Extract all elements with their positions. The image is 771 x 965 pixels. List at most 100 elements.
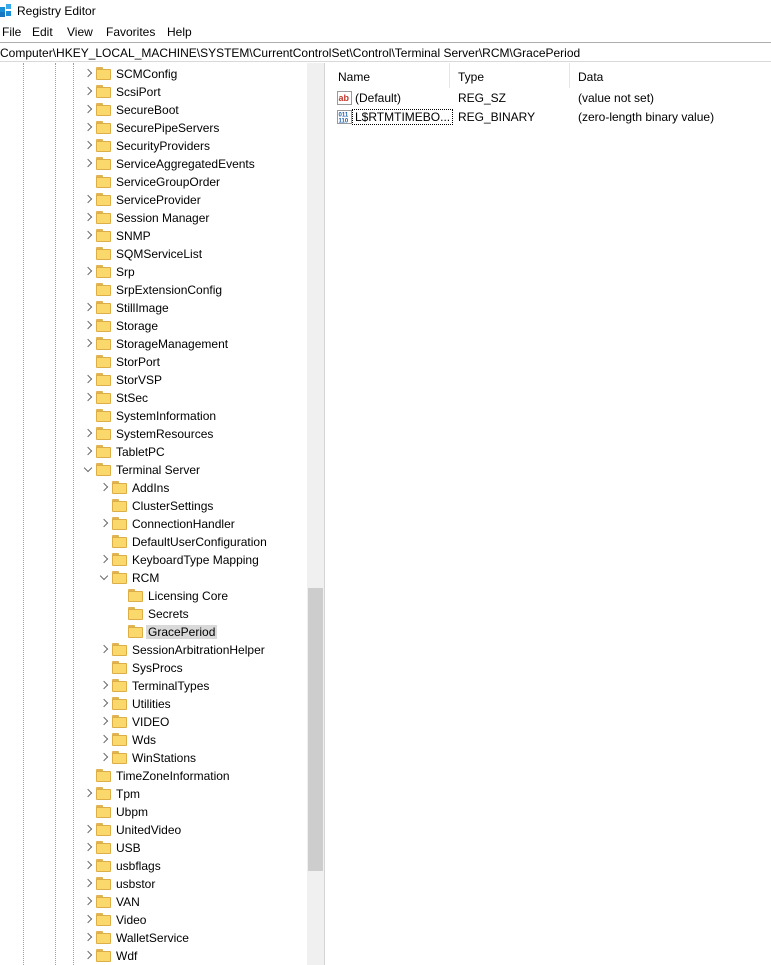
chevron-right-icon[interactable] — [83, 861, 93, 871]
chevron-right-icon[interactable] — [83, 429, 93, 439]
tree-item[interactable]: ServiceAggregatedEvents — [0, 155, 306, 173]
chevron-right-icon[interactable] — [83, 897, 93, 907]
tree-item-label[interactable]: SystemResources — [114, 427, 215, 441]
tree-item-label[interactable]: Wds — [130, 733, 158, 747]
tree-item[interactable]: UnitedVideo — [0, 821, 306, 839]
tree-item[interactable]: SecureBoot — [0, 101, 306, 119]
tree-item[interactable]: TerminalTypes — [0, 677, 306, 695]
address-path[interactable]: Computer\HKEY_LOCAL_MACHINE\SYSTEM\Curre… — [0, 46, 580, 60]
tree-item-label[interactable]: StorPort — [114, 355, 162, 369]
tree-item[interactable]: Video — [0, 911, 306, 929]
chevron-right-icon[interactable] — [83, 213, 93, 223]
chevron-right-icon[interactable] — [83, 141, 93, 151]
tree-item-label[interactable]: ServiceProvider — [114, 193, 203, 207]
tree-item-label[interactable]: SecureBoot — [114, 103, 181, 117]
tree-item[interactable]: WalletService — [0, 929, 306, 947]
tree-item[interactable]: KeyboardType Mapping — [0, 551, 306, 569]
tree-item-label[interactable]: Tpm — [114, 787, 142, 801]
tree-item-label[interactable]: WalletService — [114, 931, 191, 945]
tree-item-label[interactable]: SCMConfig — [114, 67, 179, 81]
column-header-data[interactable]: Data — [570, 63, 771, 88]
chevron-right-icon[interactable] — [83, 393, 93, 403]
tree-item[interactable]: Srp — [0, 263, 306, 281]
tree-item[interactable]: Ubpm — [0, 803, 306, 821]
chevron-down-icon[interactable] — [99, 573, 109, 583]
tree-item[interactable]: TimeZoneInformation — [0, 767, 306, 785]
tree-item-label[interactable]: SysProcs — [130, 661, 185, 675]
tree-item[interactable]: VAN — [0, 893, 306, 911]
chevron-right-icon[interactable] — [99, 483, 109, 493]
tree-item-label[interactable]: TabletPC — [114, 445, 167, 459]
tree-item[interactable]: StillImage — [0, 299, 306, 317]
tree-item-label[interactable]: ScsiPort — [114, 85, 163, 99]
tree-item[interactable]: USB — [0, 839, 306, 857]
tree-item[interactable]: ScsiPort — [0, 83, 306, 101]
tree-item-label[interactable]: VAN — [114, 895, 142, 909]
tree-item[interactable]: TabletPC — [0, 443, 306, 461]
chevron-right-icon[interactable] — [83, 879, 93, 889]
tree-item[interactable]: ServiceProvider — [0, 191, 306, 209]
tree-item-label[interactable]: SessionArbitrationHelper — [130, 643, 267, 657]
tree-scroll-thumb[interactable] — [308, 588, 323, 871]
tree-item[interactable]: Terminal Server — [0, 461, 306, 479]
tree-item[interactable]: ClusterSettings — [0, 497, 306, 515]
tree-item-label[interactable]: VIDEO — [130, 715, 171, 729]
chevron-right-icon[interactable] — [83, 105, 93, 115]
chevron-right-icon[interactable] — [83, 267, 93, 277]
tree-item[interactable]: SQMServiceList — [0, 245, 306, 263]
values-list-pane[interactable]: Name Type Data ab (Default) REG_SZ (value n… — [330, 63, 771, 965]
tree-item[interactable]: SecurePipeServers — [0, 119, 306, 137]
tree-item[interactable]: SystemResources — [0, 425, 306, 443]
tree-item-label[interactable]: ConnectionHandler — [130, 517, 237, 531]
tree-item[interactable]: Session Manager — [0, 209, 306, 227]
chevron-right-icon[interactable] — [99, 645, 109, 655]
tree-item-label[interactable]: SecurePipeServers — [114, 121, 221, 135]
tree-item-label[interactable]: USB — [114, 841, 143, 855]
chevron-right-icon[interactable] — [83, 87, 93, 97]
chevron-right-icon[interactable] — [83, 231, 93, 241]
tree-item-label[interactable]: SecurityProviders — [114, 139, 212, 153]
chevron-right-icon[interactable] — [83, 951, 93, 961]
tree-scrollbar[interactable] — [307, 63, 324, 965]
menu-help[interactable]: Help — [167, 25, 192, 39]
chevron-right-icon[interactable] — [83, 933, 93, 943]
chevron-right-icon[interactable] — [83, 321, 93, 331]
tree-item-label[interactable]: WinStations — [130, 751, 198, 765]
tree-item-label[interactable]: AddIns — [130, 481, 171, 495]
chevron-right-icon[interactable] — [83, 123, 93, 133]
tree-item-label[interactable]: ClusterSettings — [130, 499, 215, 513]
tree-item-label[interactable]: Utilities — [130, 697, 173, 711]
tree-item[interactable]: SNMP — [0, 227, 306, 245]
chevron-right-icon[interactable] — [83, 825, 93, 835]
tree-item[interactable]: SCMConfig — [0, 65, 306, 83]
column-header-type[interactable]: Type — [450, 63, 570, 88]
address-bar[interactable]: Computer\HKEY_LOCAL_MACHINE\SYSTEM\Curre… — [0, 42, 771, 62]
chevron-right-icon[interactable] — [99, 519, 109, 529]
chevron-right-icon[interactable] — [83, 339, 93, 349]
tree-item[interactable]: StSec — [0, 389, 306, 407]
tree-item[interactable]: Secrets — [0, 605, 306, 623]
chevron-right-icon[interactable] — [99, 717, 109, 727]
tree-item[interactable]: ConnectionHandler — [0, 515, 306, 533]
tree-item[interactable]: StorageManagement — [0, 335, 306, 353]
chevron-right-icon[interactable] — [83, 915, 93, 925]
tree-item-label[interactable]: StorageManagement — [114, 337, 230, 351]
menu-favorites[interactable]: Favorites — [106, 25, 155, 39]
tree-item-label[interactable]: DefaultUserConfiguration — [130, 535, 269, 549]
value-row[interactable]: ab (Default) REG_SZ (value not set) — [330, 89, 771, 108]
tree-item[interactable]: Tpm — [0, 785, 306, 803]
tree-item[interactable]: Wdf — [0, 947, 306, 965]
tree-item-label[interactable]: Terminal Server — [114, 463, 202, 477]
tree-item-label[interactable]: KeyboardType Mapping — [130, 553, 261, 567]
chevron-right-icon[interactable] — [83, 159, 93, 169]
menu-edit[interactable]: Edit — [32, 25, 53, 39]
tree-item-label[interactable]: UnitedVideo — [114, 823, 183, 837]
value-name[interactable]: (Default) — [353, 91, 403, 105]
chevron-right-icon[interactable] — [83, 447, 93, 457]
tree-item-label[interactable]: Srp — [114, 265, 137, 279]
menu-file[interactable]: File — [2, 25, 21, 39]
tree-item-label[interactable]: SNMP — [114, 229, 153, 243]
tree-item-label[interactable]: Session Manager — [114, 211, 211, 225]
tree-item[interactable]: usbstor — [0, 875, 306, 893]
tree-item[interactable]: DefaultUserConfiguration — [0, 533, 306, 551]
